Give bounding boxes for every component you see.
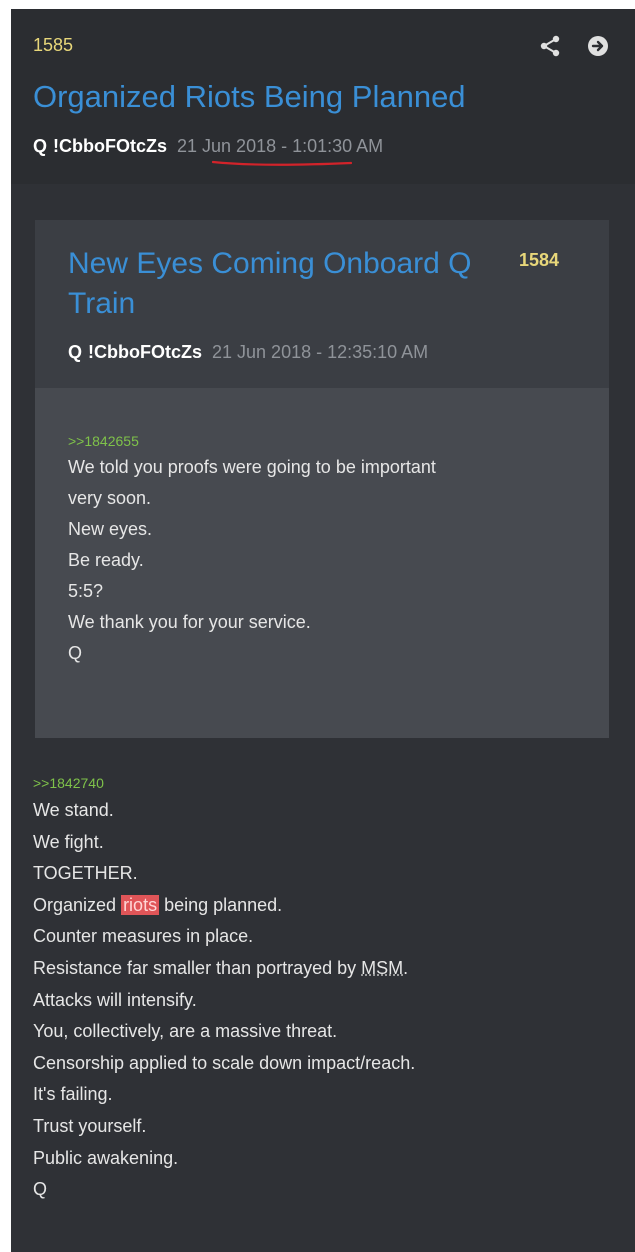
text-fragment: Organized [33, 894, 122, 915]
text-line: Public awakening. [33, 1147, 179, 1168]
text-line: TOGETHER. [33, 863, 138, 884]
text-line: 5:5? [68, 581, 104, 601]
text-line: Attacks will intensify. [33, 989, 197, 1010]
quoted-post-number[interactable]: 1584 [519, 250, 559, 271]
post-meta: Q !CbboFOtcZs 21 Jun 2018 - 1:01:30 AM [33, 136, 383, 157]
text-line: Counter measures in place. [33, 926, 254, 947]
post-date: 21 Jun 2018 [177, 136, 277, 156]
text-line: New eyes. [68, 519, 153, 539]
quoted-post-header: New Eyes Coming Onboard Q Train 1584 Q !C… [35, 220, 609, 388]
post-header: 1585 Organized Riots Being Planned Q !Cbb… [11, 9, 635, 184]
quoted-post-meta: Q !CbboFOtcZs 21 Jun 2018 - 12:35:10 AM [68, 342, 428, 363]
text-fragment: being planned. [159, 894, 283, 915]
post-number[interactable]: 1585 [33, 35, 73, 56]
text-line: You, collectively, are a massive threat. [33, 1021, 338, 1042]
arrow-circle-right-icon[interactable] [586, 34, 610, 58]
text-line: Q [68, 643, 83, 663]
search-highlight: riots [121, 894, 160, 915]
reply-link[interactable]: >>1842655 [68, 430, 588, 452]
share-icon[interactable] [539, 35, 561, 57]
post-message: >>1842740 We stand. We fight. TOGETHER. … [33, 771, 623, 1206]
text-line: very soon. [68, 488, 152, 508]
text-line: Be ready. [68, 550, 144, 570]
text-line: We thank you for your service. [68, 612, 311, 632]
text-line: We fight. [33, 831, 104, 852]
text-fragment: . [403, 957, 409, 978]
quoted-author-tripcode: !CbboFOtcZs [88, 342, 203, 362]
post-card: 1585 Organized Riots Being Planned Q !Cbb… [11, 9, 635, 1252]
post-title[interactable]: Organized Riots Being Planned [33, 79, 466, 115]
text-line: We stand. [33, 800, 114, 820]
quoted-post-datetime: 21 Jun 2018 - 12:35:10 AM [212, 342, 429, 362]
quoted-post: New Eyes Coming Onboard Q Train 1584 Q !C… [35, 220, 609, 738]
text-line: We told you proofs were going to be impo… [68, 457, 436, 477]
text-line: Censorship applied to scale down impact/… [33, 1052, 416, 1073]
text-line: Q [33, 1179, 48, 1200]
text-line-riots: Organized riots being planned. [33, 890, 623, 922]
quoted-post-title[interactable]: New Eyes Coming Onboard Q Train [68, 244, 498, 324]
text-line: It's failing. [33, 1084, 113, 1105]
reply-link[interactable]: >>1842740 [33, 771, 623, 795]
quoted-author-name: Q [68, 342, 83, 362]
quoted-post-body: >>1842655 We told you proofs were going … [68, 430, 588, 669]
author-name: Q [33, 136, 48, 156]
text-line-msm: Resistance far smaller than portrayed by… [33, 953, 623, 985]
text-fragment: Resistance far smaller than portrayed by [33, 957, 362, 978]
author-tripcode: !CbboFOtcZs [53, 136, 168, 156]
red-handdrawn-underline [212, 160, 352, 166]
msm-abbreviation[interactable]: MSM [361, 958, 403, 978]
text-line: Trust yourself. [33, 1115, 147, 1136]
post-time: - 1:01:30 AM [276, 136, 384, 156]
